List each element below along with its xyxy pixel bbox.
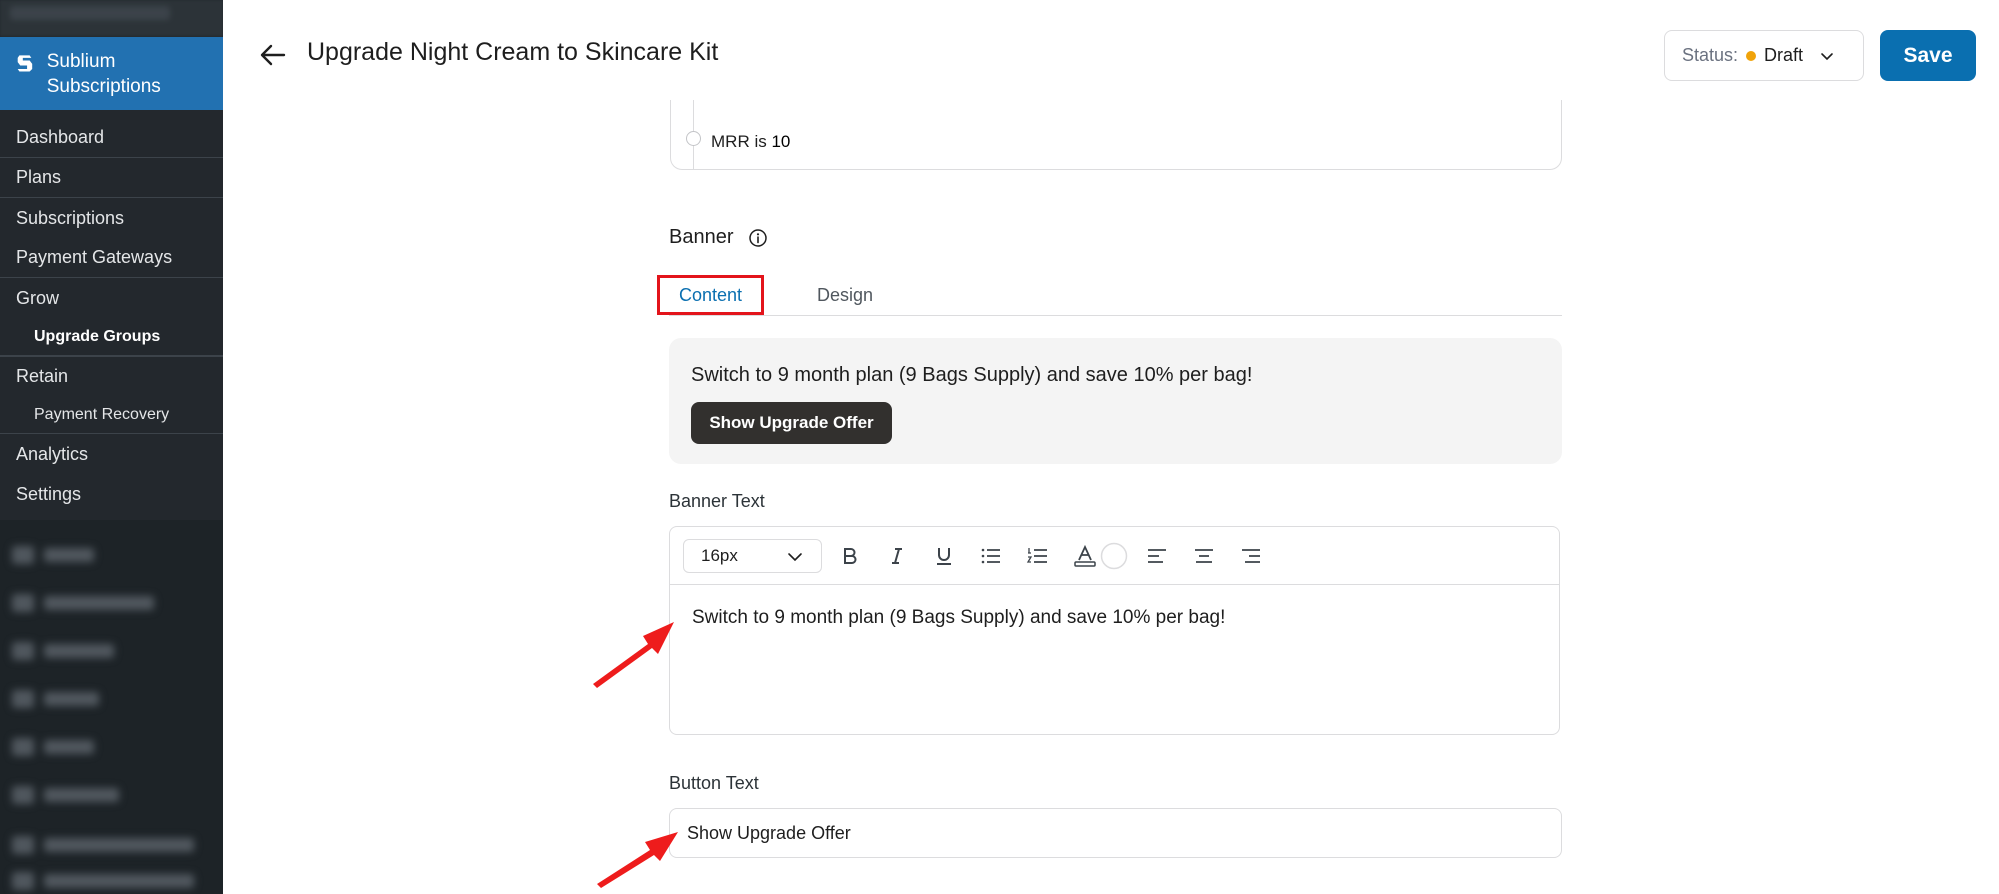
status-value: Draft bbox=[1764, 45, 1804, 65]
status-label: Status: bbox=[1682, 45, 1739, 65]
banner-text-content[interactable]: Switch to 9 month plan (9 Bags Supply) a… bbox=[692, 607, 1225, 629]
tab-design[interactable]: Design bbox=[805, 275, 885, 315]
banner-title: Banner bbox=[669, 226, 734, 248]
save-button[interactable]: Save bbox=[1880, 30, 1976, 81]
banner-text-label: Banner Text bbox=[669, 491, 765, 511]
button-text-input[interactable]: Show Upgrade Offer bbox=[669, 808, 1562, 858]
button-text-label: Button Text bbox=[669, 773, 759, 793]
align-left-icon[interactable] bbox=[1145, 544, 1169, 568]
bold-icon[interactable] bbox=[838, 544, 862, 568]
banner-tabs: Content Design bbox=[657, 275, 1562, 316]
banner-preview-text: Switch to 9 month plan (9 Bags Supply) a… bbox=[691, 364, 1253, 386]
sidebar-brand[interactable]: Sublium Subscriptions bbox=[0, 37, 223, 110]
condition-value: 10 bbox=[771, 132, 791, 151]
condition-text: MRR is 10 bbox=[711, 132, 790, 152]
app-root: Sublium Subscriptions Dashboard Plans Su… bbox=[0, 0, 1999, 894]
sidebar-item-settings[interactable]: Settings bbox=[0, 474, 223, 514]
sidebar-item-upgrade-groups[interactable]: Upgrade Groups bbox=[0, 318, 223, 356]
color-swatch-icon[interactable] bbox=[1100, 542, 1128, 570]
status-dropdown[interactable]: Status: Draft bbox=[1664, 30, 1864, 81]
banner-text-editor: 16px Switch to 9 month plan (9 Bags Supp… bbox=[669, 526, 1560, 735]
sidebar-item-payment-gateways[interactable]: Payment Gateways bbox=[0, 238, 223, 278]
annotation-arrow-icon bbox=[597, 832, 678, 888]
chevron-down-icon bbox=[788, 553, 802, 562]
sidebar-item-grow[interactable]: Grow bbox=[0, 278, 223, 318]
italic-icon[interactable] bbox=[885, 544, 909, 568]
condition-node-icon bbox=[686, 131, 701, 146]
sidebar-item-analytics[interactable]: Analytics bbox=[0, 434, 223, 474]
condition-prefix: MRR is bbox=[711, 132, 767, 151]
annotation-arrow-icon bbox=[593, 622, 674, 688]
sidebar-menu: Dashboard Plans Subscriptions Payment Ga… bbox=[0, 118, 223, 514]
brand-name: Sublium Subscriptions bbox=[46, 51, 161, 97]
blurred-wp-menu bbox=[0, 520, 223, 894]
banner-preview: Switch to 9 month plan (9 Bags Supply) a… bbox=[669, 338, 1562, 464]
chevron-down-icon bbox=[1821, 52, 1833, 60]
banner-preview-button[interactable]: Show Upgrade Offer bbox=[691, 402, 892, 444]
banner-heading: Banner bbox=[669, 226, 768, 249]
editor-toolbar: 16px bbox=[670, 527, 1559, 585]
bullet-list-icon[interactable] bbox=[979, 544, 1003, 568]
admin-sidebar: Sublium Subscriptions Dashboard Plans Su… bbox=[0, 0, 223, 894]
blurred-admin-bar bbox=[0, 0, 223, 36]
sublium-logo-icon bbox=[17, 55, 33, 72]
align-right-icon[interactable] bbox=[1239, 544, 1263, 568]
tab-content[interactable]: Content bbox=[657, 275, 764, 315]
align-center-icon[interactable] bbox=[1192, 544, 1216, 568]
underline-icon[interactable] bbox=[932, 544, 956, 568]
back-arrow-icon[interactable] bbox=[258, 40, 288, 70]
sidebar-item-retain[interactable]: Retain bbox=[0, 356, 223, 396]
page-title: Upgrade Night Cream to Skincare Kit bbox=[307, 38, 719, 66]
status-dot bbox=[1746, 50, 1757, 61]
sidebar-item-plans[interactable]: Plans bbox=[0, 158, 223, 198]
conditions-card bbox=[670, 100, 1562, 170]
font-size-select[interactable]: 16px bbox=[683, 539, 822, 573]
text-color-icon[interactable] bbox=[1073, 544, 1097, 568]
numbered-list-icon[interactable] bbox=[1026, 544, 1050, 568]
font-size-value: 16px bbox=[701, 546, 738, 565]
sidebar-item-dashboard[interactable]: Dashboard bbox=[0, 118, 223, 158]
sidebar-item-payment-recovery[interactable]: Payment Recovery bbox=[0, 396, 223, 434]
info-icon[interactable] bbox=[748, 228, 768, 248]
sidebar-item-subscriptions[interactable]: Subscriptions bbox=[0, 198, 223, 238]
